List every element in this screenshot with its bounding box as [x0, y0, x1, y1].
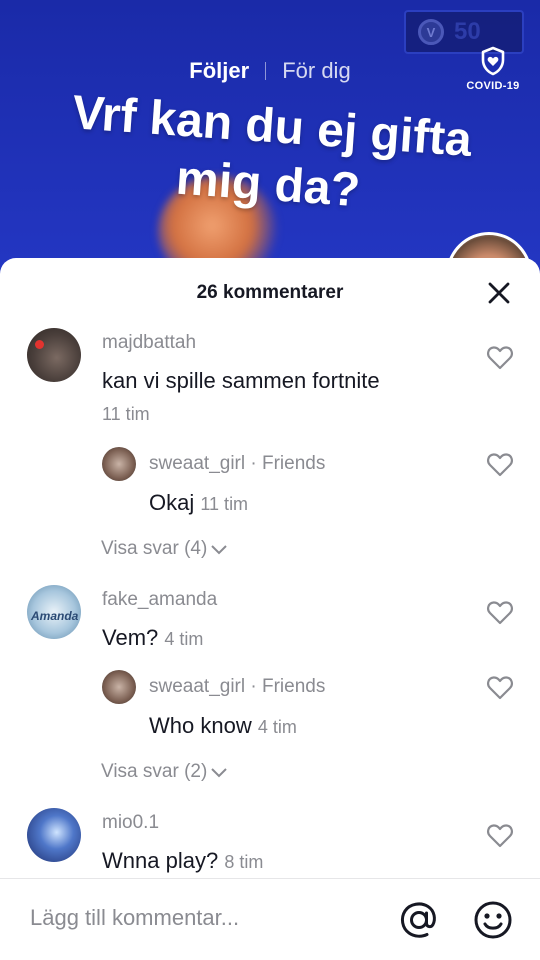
chevron-down-icon — [211, 768, 228, 778]
view-replies-button[interactable]: Visa svar (4) — [101, 538, 229, 560]
comments-count-title: 26 kommentarer — [196, 282, 344, 303]
reply-text-line: Okaj 11 tim — [149, 490, 248, 516]
heart-icon[interactable] — [486, 822, 514, 848]
mention-icon[interactable] — [398, 899, 440, 941]
reply-username-line[interactable]: sweaat_girl · Friends — [149, 453, 325, 475]
heart-icon[interactable] — [486, 344, 514, 370]
friends-tag: · Friends — [245, 676, 326, 697]
reply-text: Okaj — [149, 490, 195, 515]
reply-time: 4 tim — [257, 717, 297, 737]
avatar[interactable] — [27, 808, 81, 862]
covid-info-button[interactable]: COVID-19 — [462, 46, 524, 92]
comment-text: kan vi spille sammen fortnite — [102, 368, 380, 393]
comment-composer — [0, 878, 540, 960]
reply-time: 11 tim — [200, 494, 249, 514]
top-nav: Följer För dig — [0, 56, 540, 86]
comment-time: 11 tim — [102, 404, 150, 424]
shield-heart-icon — [481, 46, 505, 76]
avatar[interactable] — [102, 447, 136, 481]
comment-text-line: Vem? 4 tim — [102, 625, 203, 651]
video-caption: Vrf kan du ej gifta mig da? — [37, 82, 504, 230]
covid-label: COVID-19 — [466, 80, 520, 92]
comments-header: 26 kommentarer — [0, 258, 540, 328]
reply-username[interactable]: sweaat_girl — [149, 453, 245, 474]
reply-username-line[interactable]: sweaat_girl · Friends — [149, 676, 325, 698]
heart-icon[interactable] — [486, 674, 514, 700]
friends-tag: · Friends — [245, 453, 326, 474]
avatar[interactable] — [27, 328, 81, 382]
view-replies-button[interactable]: Visa svar (2) — [101, 761, 229, 783]
comment-text: Wnna play? — [102, 848, 219, 873]
heart-icon[interactable] — [486, 451, 514, 477]
comment-username[interactable]: fake_amanda — [102, 589, 217, 611]
reply-username[interactable]: sweaat_girl — [149, 676, 245, 697]
coin-count: 50 — [454, 18, 481, 45]
chevron-down-icon — [211, 545, 228, 555]
avatar[interactable] — [102, 670, 136, 704]
reply-text: Who know — [149, 713, 252, 738]
emoji-icon[interactable] — [472, 899, 514, 941]
comments-sheet: 26 kommentarer majdbattah kan vi spille … — [0, 258, 540, 960]
close-icon[interactable] — [486, 280, 512, 306]
tab-following[interactable]: Följer — [173, 58, 265, 84]
comment-time: 4 tim — [164, 629, 204, 649]
comment-input[interactable] — [30, 905, 360, 931]
avatar[interactable]: Amanda — [27, 585, 81, 639]
comment-text-line: Wnna play? 8 tim — [102, 848, 263, 874]
heart-icon[interactable] — [486, 599, 514, 625]
view-replies-label: Visa svar (2) — [101, 761, 208, 782]
tab-for-you[interactable]: För dig — [266, 58, 366, 84]
coin-icon: V — [418, 19, 444, 45]
comment-username[interactable]: majdbattah — [102, 332, 196, 354]
view-replies-label: Visa svar (4) — [101, 538, 208, 559]
reply-text-line: Who know 4 tim — [149, 713, 297, 739]
comment-time: 8 tim — [224, 852, 264, 872]
comment-text: Vem? — [102, 625, 159, 650]
comment-username[interactable]: mio0.1 — [102, 812, 159, 834]
